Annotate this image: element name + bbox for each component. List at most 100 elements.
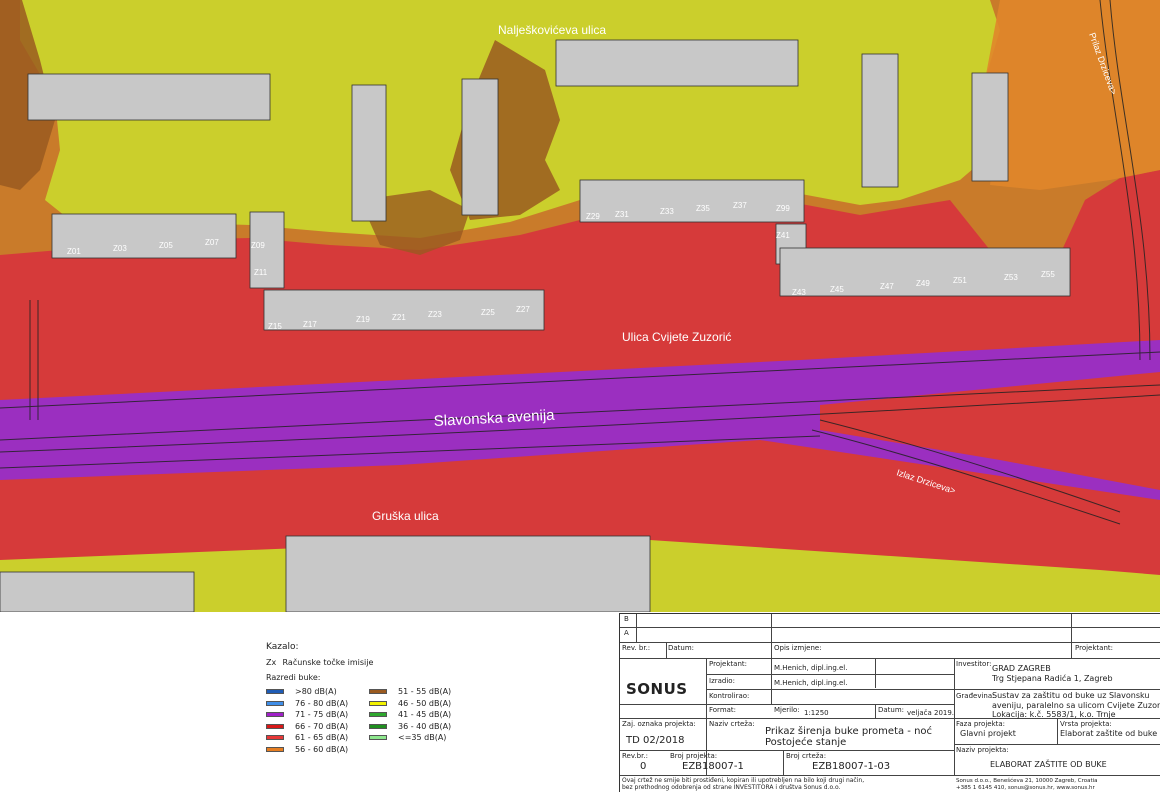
legend-swatch	[266, 712, 284, 718]
tb-sonus1: Sonus d.o.o., Benešćeva 21, 10000 Zagreb…	[956, 778, 1098, 784]
calc-point-label: Z23	[428, 310, 442, 319]
legend-class: 51 - 55 dB(A)	[369, 686, 451, 698]
calc-point-label: Z51	[953, 276, 967, 285]
tb-projektant: Projektant:	[709, 660, 747, 668]
label-cvijete-zuzoric: Ulica Cvijete Zuzorić	[622, 330, 731, 344]
calc-point-label: Z07	[205, 238, 219, 247]
legend-class-label: <=35 dB(A)	[398, 733, 447, 743]
tb-vrsta: Vrsta projekta:	[1060, 720, 1112, 728]
tb-naziv-crteza-val2: Postojeće stanje	[765, 737, 847, 748]
legend-class-label: 71 - 75 dB(A)	[295, 710, 349, 720]
tb-rev-br2: Rev.br.:	[622, 752, 648, 760]
calc-point-label: Z35	[696, 204, 710, 213]
calc-point-label: Z99	[776, 204, 790, 213]
legend-class: 56 - 60 dB(A)	[266, 744, 348, 756]
tb-gradevina-val1: Sustav za zaštitu od buke uz Slavonsku	[992, 691, 1150, 700]
calc-point-label: Z15	[268, 322, 282, 331]
noise-map[interactable]: Nalješkovićeva ulica Prilaz Drziceva> Ul…	[0, 0, 1160, 612]
tb-vrsta-val: Elaborat zaštite od buke	[1060, 729, 1158, 738]
tb-rev-val: 0	[640, 761, 647, 772]
label-najeskoviceva: Nalješkovićeva ulica	[498, 23, 606, 37]
tb-naziv-projekta: Naziv projekta:	[956, 746, 1009, 754]
tb-projektant-val: M.Henich, dipl.ing.el.	[774, 664, 848, 672]
tb-note2: bez prethodnog odobrenja od strane INVES…	[622, 784, 841, 791]
legend-class: 76 - 80 dB(A)	[266, 698, 348, 710]
tb-gradevina-val3: Lokacija: k.č. 5583/1, k.o. Trnje	[992, 710, 1116, 719]
legend-swatch	[369, 689, 387, 695]
legend-swatch	[266, 746, 284, 752]
legend: Kazalo: Zx Računske točke imisije Razred…	[255, 638, 585, 788]
calc-point-label: Z55	[1041, 270, 1055, 279]
tb-faza: Faza projekta:	[956, 720, 1006, 728]
tb-mjerilo: Mjerilo:	[774, 706, 800, 714]
tb-datum: Datum:	[668, 644, 695, 652]
legend-swatch	[266, 700, 284, 706]
tb-sonus2: +385 1 6145 410, sonus@sonus.hr, www.son…	[956, 785, 1095, 791]
calc-point-label: Z47	[880, 282, 894, 291]
legend-swatch	[369, 712, 387, 718]
tb-izradio-val: M.Henich, dipl.ing.el.	[774, 679, 848, 687]
tb-zaj-oznaka: Zaj. oznaka projekta:	[622, 720, 696, 728]
calc-point-label: Z37	[733, 201, 747, 210]
legend-class: <=35 dB(A)	[369, 732, 451, 744]
legend-class: 71 - 75 dB(A)	[266, 709, 348, 721]
tb-naziv-crteza: Naziv crteža:	[709, 720, 755, 728]
calc-point-label: Z43	[792, 288, 806, 297]
legend-class-label: 46 - 50 dB(A)	[398, 698, 452, 708]
calc-point-label: Z49	[916, 279, 930, 288]
calc-point-label: Z41	[776, 231, 790, 240]
tb-format: Format:	[709, 706, 737, 714]
calc-point-label: Z53	[1004, 273, 1018, 282]
legend-class: >80 dB(A)	[266, 686, 348, 698]
legend-class-label: >80 dB(A)	[295, 687, 337, 697]
zone-orange-right	[985, 0, 1160, 190]
tb-kontrolirao: Kontrolirao:	[709, 692, 750, 700]
calc-point-label: Z45	[830, 285, 844, 294]
legend-class-label: 56 - 60 dB(A)	[295, 744, 349, 754]
legend-class: 61 - 65 dB(A)	[266, 732, 348, 744]
legend-class: 66 - 70 dB(A)	[266, 721, 348, 733]
tb-note1: Ovaj crtež ne smije biti prostiđeni, kop…	[622, 777, 865, 784]
legend-class-label: 76 - 80 dB(A)	[295, 698, 349, 708]
tb-broj-projekta-val: EZB18007-1	[682, 761, 744, 772]
legend-calc-label: Računske točke imisije	[282, 658, 374, 667]
calc-point-label: Z21	[392, 313, 406, 322]
legend-class-label: 51 - 55 dB(A)	[398, 687, 452, 697]
legend-class: 41 - 45 dB(A)	[369, 709, 451, 721]
tb-rev-no: Rev. br.:	[622, 644, 651, 652]
tb-investitor-val2: Trg Stjepana Radića 1, Zagreb	[992, 674, 1113, 683]
calc-point-label: Z27	[516, 305, 530, 314]
sonus-logo: SONUS	[626, 680, 688, 698]
calc-point-label: Z03	[113, 244, 127, 253]
legend-classes-title: Razredi buke:	[266, 673, 321, 682]
tb-gradevina-val2: aveniju, paralelno sa ulicom Cvijete Zuz…	[992, 701, 1160, 710]
tb-zaj-val: TD 02/2018	[626, 735, 685, 746]
legend-swatch	[369, 700, 387, 706]
calc-point-label: Z09	[251, 241, 265, 250]
legend-title: Kazalo:	[266, 642, 299, 652]
calc-point-label: Z19	[356, 315, 370, 324]
tb-broj-crteza: Broj crteža:	[786, 752, 827, 760]
tb-opis: Opis izmjene:	[774, 644, 822, 652]
legend-class-label: 36 - 40 dB(A)	[398, 721, 452, 731]
legend-swatch	[369, 735, 387, 741]
tb-naziv-projekta-val: ELABORAT ZAŠTITE OD BUKE	[990, 760, 1107, 769]
calc-point-label: Z33	[660, 207, 674, 216]
title-block: B A Rev. br.: Datum: Opis izmjene: Proje…	[619, 613, 1160, 792]
legend-calc-points: Zx Računske točke imisije	[266, 658, 373, 667]
tb-investitor-val1: GRAD ZAGREB	[992, 664, 1051, 673]
calc-point-label: Z01	[67, 247, 81, 256]
calc-point-label: Z31	[615, 210, 629, 219]
legend-swatch	[369, 723, 387, 729]
legend-class-label: 61 - 65 dB(A)	[295, 733, 349, 743]
legend-swatch	[266, 723, 284, 729]
calc-point-label: Z05	[159, 241, 173, 250]
legend-class: 46 - 50 dB(A)	[369, 698, 451, 710]
legend-class-label: 41 - 45 dB(A)	[398, 710, 452, 720]
tb-broj-crteza-val: EZB18007-1-03	[812, 761, 891, 772]
tb-faza-val: Glavni projekt	[960, 729, 1016, 738]
tb-naziv-crteza-val1: Prikaz širenja buke prometa - noć	[765, 726, 933, 737]
tb-projektant-hdr: Projektant:	[1075, 644, 1113, 652]
tb-izradio: Izradio:	[709, 677, 735, 685]
legend-swatch	[266, 735, 284, 741]
